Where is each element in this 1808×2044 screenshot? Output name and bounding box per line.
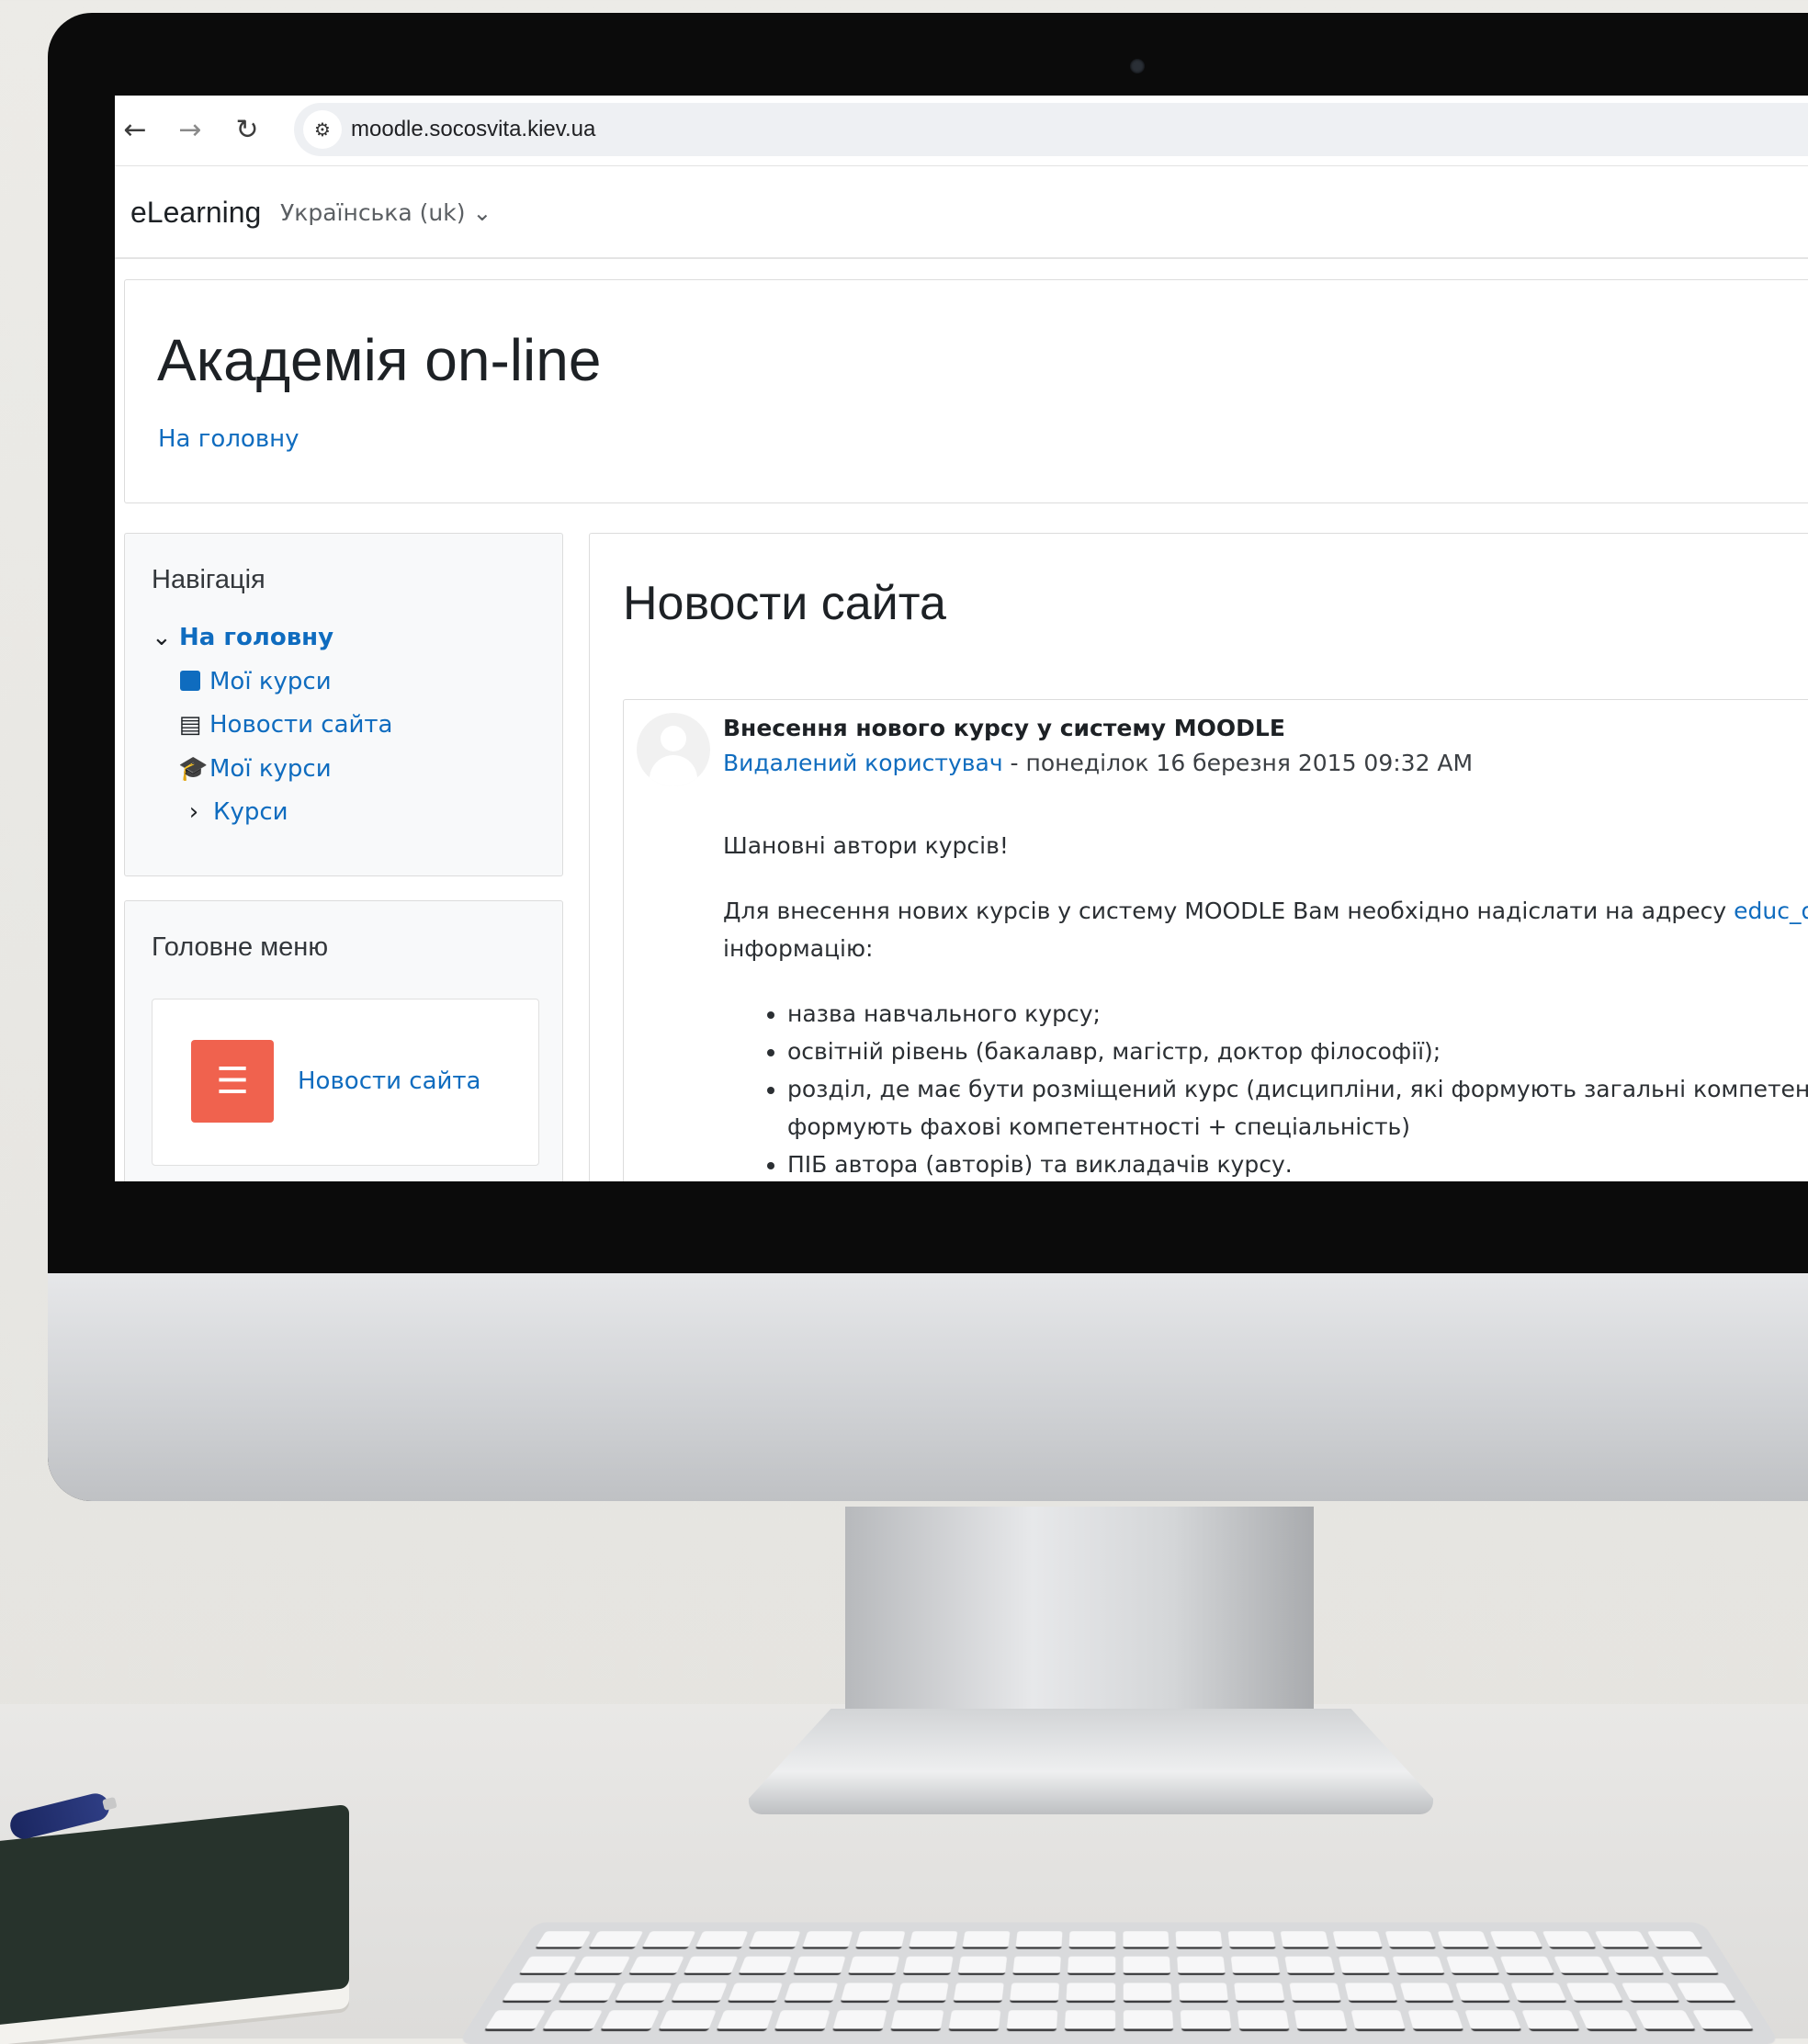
nav-item-label: Новости сайта (209, 711, 393, 739)
monitor-stand-base (749, 1709, 1433, 1814)
graduation-cap-icon: 🎓 (178, 755, 209, 783)
breadcrumb-home-link[interactable]: На головну (158, 425, 299, 453)
post-intro: Для внесення нових курсів у систему MOOD… (723, 892, 1808, 967)
nav-item-site-news[interactable]: ▤ Новости сайта (178, 711, 393, 739)
reload-icon[interactable]: ↻ (229, 112, 266, 149)
forum-post: Внесення нового курсу у систему MOODLE В… (623, 699, 1808, 1181)
list-item: ПІБ автора (авторів) та викладачів курсу… (787, 1146, 1808, 1181)
forum-icon: ▤ (178, 711, 202, 739)
language-menu[interactable]: Українська (uk) ⌄ (280, 199, 492, 226)
main-region: Новости сайта Внесення нового курсу у си… (589, 533, 1808, 1181)
nav-item-my-courses[interactable]: Мої курси (178, 668, 332, 695)
navigation-block-title: Навігація (152, 565, 266, 594)
list-item: освітній рівень (бакалавр, магістр, докт… (787, 1033, 1808, 1070)
monitor-chin (48, 1273, 1808, 1501)
main-menu-item: ☰ Новости сайта (152, 999, 539, 1166)
site-settings-icon[interactable]: ⚙ (303, 110, 342, 149)
post-subject[interactable]: Внесення нового курсу у систему MOODLE (723, 715, 1285, 741)
main-menu-block: Головне меню ☰ Новости сайта (124, 900, 563, 1181)
list-item: розділ, де має бути розміщений курс (дис… (787, 1070, 1808, 1146)
post-meta: Видалений користувач - понеділок 16 бере… (723, 750, 1473, 776)
email-link[interactable]: educ_dep2@so (1734, 898, 1808, 924)
forward-icon[interactable]: → (172, 112, 209, 149)
list-item: назва навчального курсу; (787, 995, 1808, 1033)
nav-item-label: Курси (213, 798, 288, 826)
page-header: Академія on-line На головну (124, 279, 1808, 503)
site-navbar: eLearning Українська (uk) ⌄ (115, 166, 1808, 259)
page-title: Академія on-line (157, 327, 602, 393)
nav-item-courses[interactable]: › Курси (182, 798, 288, 826)
address-bar[interactable]: ⚙ moodle.socosvita.kiev.ua (294, 103, 1808, 156)
avatar (637, 713, 710, 786)
back-icon[interactable]: ← (117, 112, 153, 149)
post-greeting: Шановні автори курсів! (723, 832, 1009, 859)
site-news-link[interactable]: Новости сайта (298, 1067, 481, 1095)
nav-item-label: На головну (179, 624, 334, 651)
main-menu-block-title: Головне меню (152, 932, 329, 962)
nav-item-label: Мої курси (209, 668, 332, 695)
camera (1130, 59, 1145, 73)
navigation-block: Навігація ⌄ На головну Мої курси ▤ Новости… (124, 533, 563, 876)
section-title: Новости сайта (623, 577, 946, 630)
square-icon (178, 668, 202, 695)
keyboard (458, 1922, 1780, 2044)
notebook (0, 1803, 349, 2027)
brand-link[interactable]: eLearning (130, 196, 261, 230)
post-author-link[interactable]: Видалений користувач (723, 750, 1003, 776)
browser-toolbar: ← → ↻ ⚙ moodle.socosvita.kiev.ua (115, 96, 1808, 166)
post-date: - понеділок 16 березня 2015 09:32 AM (1002, 750, 1474, 776)
chevron-down-icon: ⌄ (152, 624, 172, 651)
nav-item-my-courses-2[interactable]: 🎓Мої курси (178, 755, 332, 783)
nav-item-home[interactable]: ⌄ На головну (152, 624, 333, 651)
chevron-right-icon: › (188, 798, 199, 826)
forum-icon: ☰ (191, 1040, 274, 1123)
post-requirements-list: назва навчального курсу; освітній рівень… (723, 995, 1808, 1181)
nav-item-label: Мої курси (209, 755, 332, 783)
post-body: Шановні автори курсів! Для внесення нови… (723, 827, 1808, 1181)
url-text[interactable]: moodle.socosvita.kiev.ua (351, 117, 595, 142)
screen: ← → ↻ ⚙ moodle.socosvita.kiev.ua eLearni… (115, 96, 1808, 1181)
